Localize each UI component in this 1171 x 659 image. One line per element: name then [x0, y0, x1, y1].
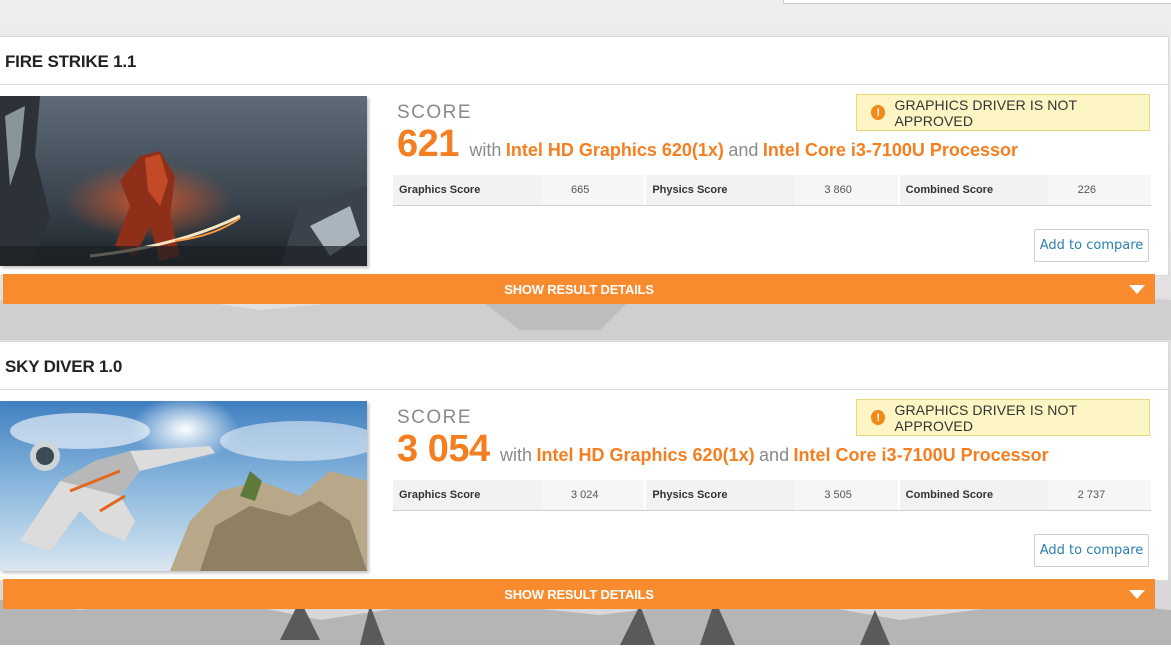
sub-score-value: 226	[1047, 175, 1151, 205]
next-card-edge	[0, 645, 1171, 659]
and-text: and	[759, 445, 790, 465]
sub-score-value: 3 505	[794, 480, 898, 510]
gpu-link[interactable]: Intel HD Graphics 620(1x)	[506, 140, 724, 160]
gpu-link[interactable]: Intel HD Graphics 620(1x)	[537, 445, 755, 465]
and-text: and	[728, 140, 759, 160]
cpu-link[interactable]: Intel Core i3-7100U Processor	[794, 445, 1049, 465]
sub-score-value: 3 860	[794, 175, 898, 205]
chevron-down-icon	[1129, 590, 1145, 599]
add-to-compare-button[interactable]: Add to compare	[1034, 534, 1149, 567]
result-card-fire-strike: FIRE STRIKE 1.1 SCORE 621 with Intel HD …	[0, 36, 1169, 276]
sub-score-value: 3 024	[541, 480, 645, 510]
score-value: 3 054	[397, 428, 490, 470]
sub-scores-row: Graphics Score 3 024 Physics Score 3 505…	[393, 480, 1151, 511]
sub-score-name: Physics Score	[652, 489, 728, 501]
details-label: SHOW RESULT DETAILS	[504, 281, 654, 297]
show-result-details-button[interactable]: SHOW RESULT DETAILS	[3, 579, 1155, 609]
details-label: SHOW RESULT DETAILS	[504, 586, 654, 602]
cpu-link[interactable]: Intel Core i3-7100U Processor	[763, 140, 1018, 160]
result-card-sky-diver: SKY DIVER 1.0 SCORE 3 054 with Intel HD …	[0, 341, 1169, 581]
exclamation-icon: !	[871, 105, 886, 120]
physics-score-cell: Physics Score 3 860	[646, 175, 898, 205]
sub-score-name: Combined Score	[905, 489, 994, 501]
sub-score-value: 2 737	[1047, 480, 1151, 510]
driver-warning-badge: ! GRAPHICS DRIVER IS NOT APPROVED	[856, 399, 1150, 436]
with-text: with	[500, 445, 533, 465]
graphics-score-cell: Graphics Score 665	[393, 175, 645, 205]
add-to-compare-button[interactable]: Add to compare	[1034, 229, 1149, 262]
sub-score-name: Combined Score	[905, 184, 994, 196]
driver-warning-badge: ! GRAPHICS DRIVER IS NOT APPROVED	[856, 94, 1150, 131]
sub-score-value: 665	[541, 175, 645, 205]
result-title: FIRE STRIKE 1.1	[0, 37, 1168, 85]
fire-strike-thumbnail	[0, 96, 367, 266]
graphics-score-cell: Graphics Score 3 024	[393, 480, 645, 510]
sub-score-name: Graphics Score	[399, 184, 481, 196]
exclamation-icon: !	[871, 410, 886, 425]
driver-warning-text: GRAPHICS DRIVER IS NOT APPROVED	[894, 401, 1077, 434]
driver-warning-text: GRAPHICS DRIVER IS NOT APPROVED	[894, 96, 1077, 129]
score-value: 621	[397, 123, 459, 165]
physics-score-cell: Physics Score 3 505	[646, 480, 898, 510]
combined-score-cell: Combined Score 2 737	[899, 480, 1151, 510]
show-result-details-button[interactable]: SHOW RESULT DETAILS	[3, 274, 1155, 304]
sky-diver-thumbnail	[0, 401, 367, 571]
result-title: SKY DIVER 1.0	[0, 342, 1168, 390]
sub-score-name: Graphics Score	[399, 489, 481, 501]
combined-score-cell: Combined Score 226	[899, 175, 1151, 205]
top-panel-edge	[783, 0, 1171, 4]
with-text: with	[469, 140, 502, 160]
sub-scores-row: Graphics Score 665 Physics Score 3 860 C…	[393, 175, 1151, 206]
chevron-down-icon	[1129, 285, 1145, 294]
sub-score-name: Physics Score	[652, 184, 728, 196]
